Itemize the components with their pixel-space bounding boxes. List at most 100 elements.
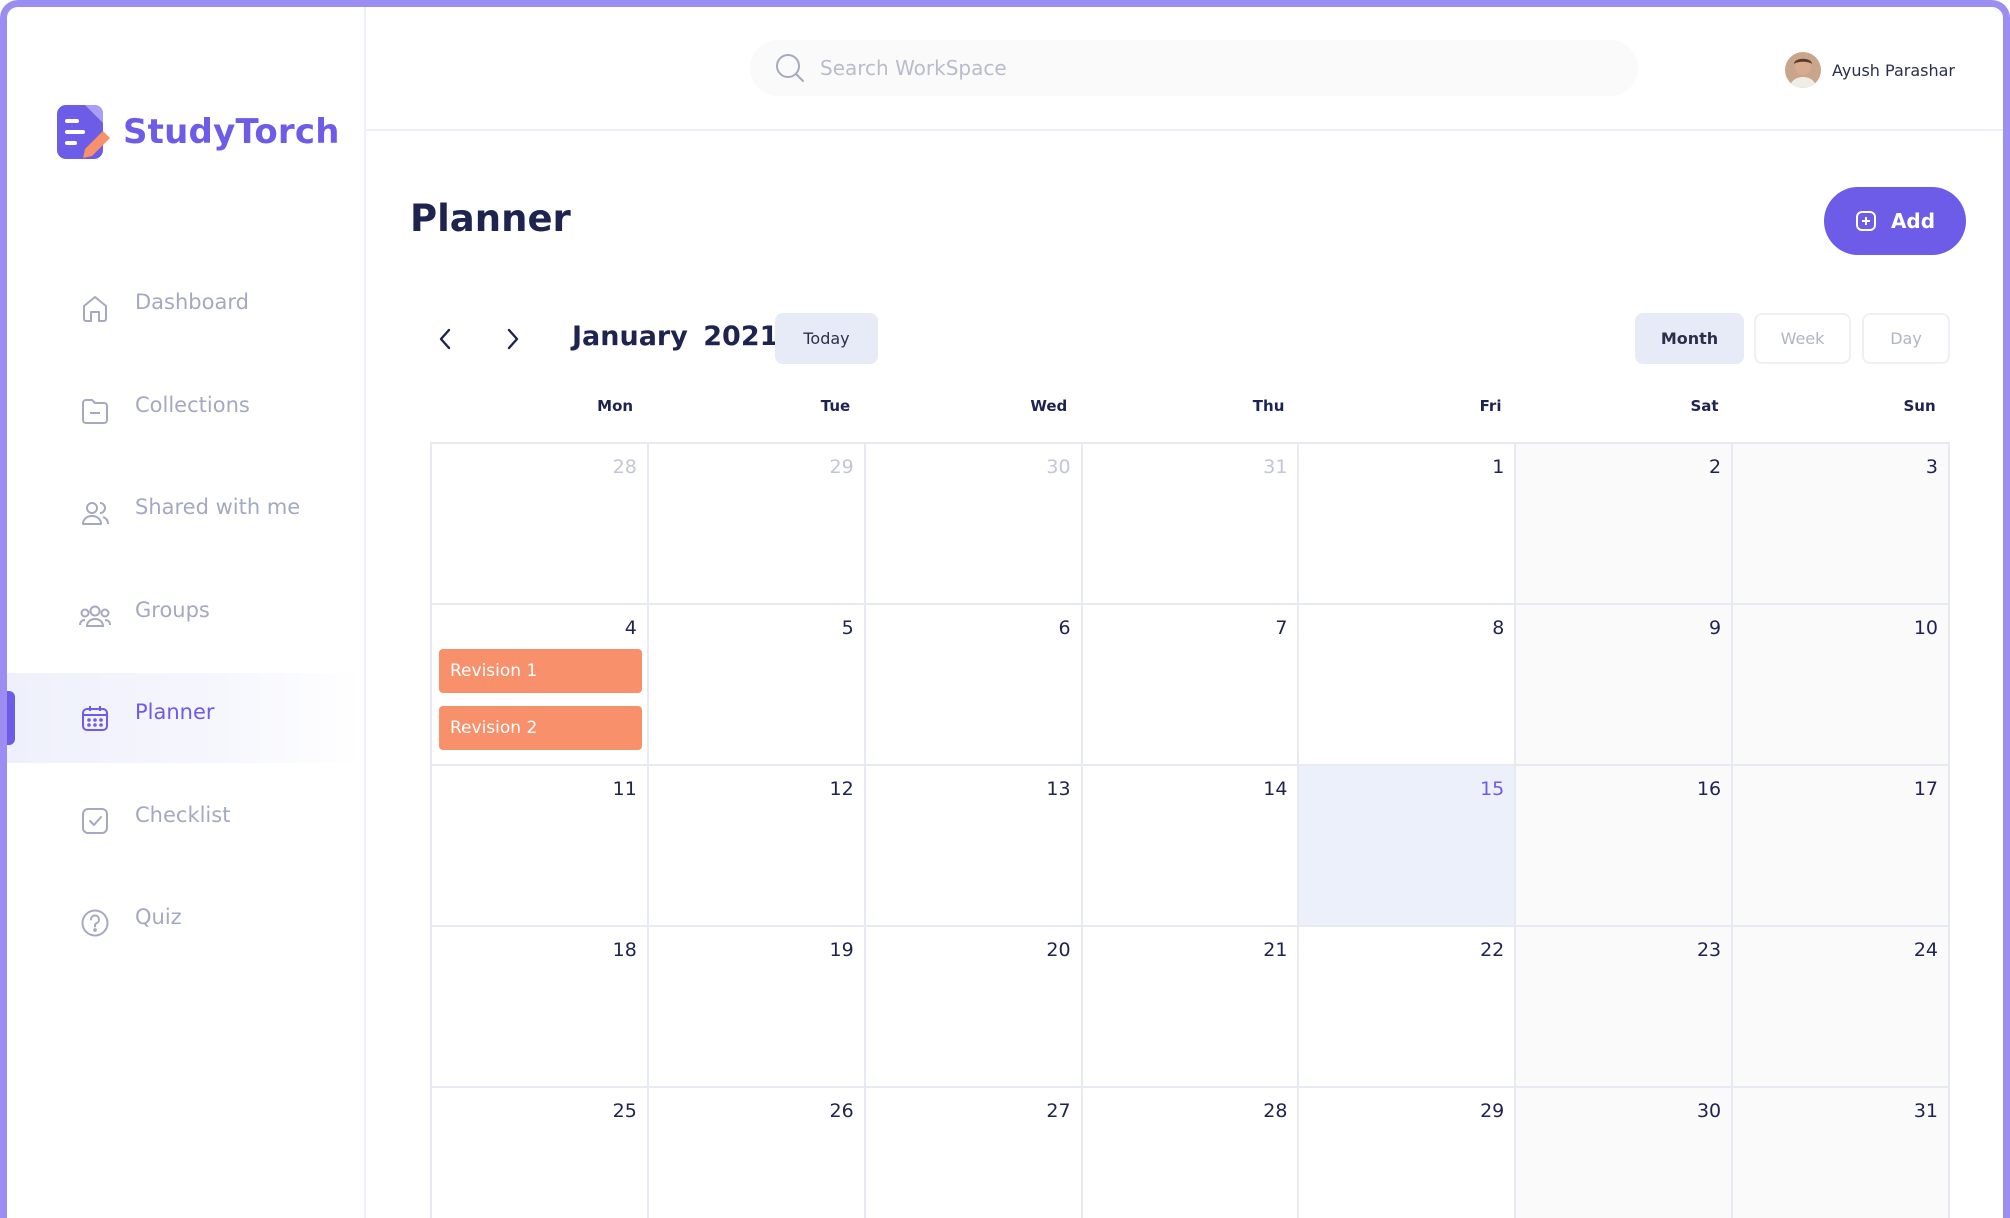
calendar-day-cell[interactable]: 21 bbox=[1082, 927, 1300, 1088]
calendar-day-cell[interactable]: 3 bbox=[1733, 444, 1950, 605]
weekday-header: Mon Tue Wed Thu Fri Sat Sun bbox=[430, 397, 1950, 421]
home-icon bbox=[77, 290, 113, 326]
calendar-day-cell[interactable]: 14 bbox=[1082, 766, 1300, 927]
user-profile[interactable]: Ayush Parashar bbox=[1784, 52, 1955, 88]
calendar-event[interactable]: Revision 1 bbox=[439, 649, 642, 693]
next-month-button[interactable] bbox=[498, 325, 526, 353]
day-number: 1 bbox=[1492, 456, 1505, 478]
logo[interactable]: StudyTorch bbox=[55, 103, 340, 161]
day-number: 30 bbox=[1046, 456, 1071, 478]
calendar-day-cell[interactable]: 19 bbox=[648, 927, 866, 1088]
day-number: 14 bbox=[1263, 778, 1288, 800]
calendar-day-cell[interactable]: 16 bbox=[1516, 766, 1734, 927]
weekday-label: Sun bbox=[1903, 397, 1936, 415]
day-number: 4 bbox=[624, 617, 637, 639]
sidebar-item-shared-with-me[interactable]: Shared with me bbox=[7, 468, 364, 558]
add-button[interactable]: Add bbox=[1824, 187, 1966, 255]
week-view-button[interactable]: Week bbox=[1754, 313, 1851, 364]
calendar-day-cell[interactable]: 7 bbox=[1082, 605, 1300, 766]
day-number: 28 bbox=[1263, 1100, 1288, 1122]
sidebar-item-groups[interactable]: Groups bbox=[7, 571, 364, 661]
app-window: StudyTorch Dashboard Collections Shared … bbox=[0, 0, 2010, 1218]
calendar-day-cell[interactable]: 24 bbox=[1733, 927, 1950, 1088]
day-number: 24 bbox=[1913, 939, 1938, 961]
calendar-day-cell[interactable]: 26 bbox=[648, 1088, 866, 1218]
calendar-day-cell[interactable]: 28 bbox=[1082, 1088, 1300, 1218]
month-view-button[interactable]: Month bbox=[1635, 313, 1744, 364]
page-title: Planner bbox=[410, 197, 571, 240]
brand-name: StudyTorch bbox=[123, 112, 340, 152]
day-view-button[interactable]: Day bbox=[1862, 313, 1950, 364]
calendar-day-cell[interactable]: 8 bbox=[1299, 605, 1517, 766]
calendar-day-cell[interactable]: 28 bbox=[432, 444, 649, 605]
sidebar-item-planner[interactable]: Planner bbox=[7, 673, 364, 763]
day-number: 21 bbox=[1263, 939, 1288, 961]
current-month-label: January 2021 bbox=[572, 321, 778, 352]
calendar-day-cell[interactable]: 18 bbox=[432, 927, 649, 1088]
search-input[interactable] bbox=[820, 56, 1600, 80]
calendar-day-cell[interactable]: 4 Revision 1 Revision 2 bbox=[432, 605, 649, 766]
day-number: 6 bbox=[1058, 617, 1071, 639]
sidebar-item-quiz[interactable]: Quiz bbox=[7, 878, 364, 968]
day-number: 10 bbox=[1913, 617, 1938, 639]
user-name: Ayush Parashar bbox=[1831, 60, 1955, 80]
calendar-day-cell[interactable]: 10 bbox=[1733, 605, 1950, 766]
add-button-label: Add bbox=[1890, 209, 1936, 233]
chevron-right-icon bbox=[507, 328, 519, 350]
calendar-toolbar: January 2021 Today Month Week Day bbox=[432, 313, 1950, 365]
day-number: 30 bbox=[1696, 1100, 1722, 1122]
folder-icon bbox=[77, 393, 113, 429]
calendar-day-cell[interactable]: 30 bbox=[865, 444, 1083, 605]
sidebar-item-label: Dashboard bbox=[135, 290, 249, 314]
weekday-label: Thu bbox=[1252, 397, 1285, 415]
avatar[interactable] bbox=[1784, 52, 1821, 88]
day-number: 22 bbox=[1480, 939, 1505, 961]
sidebar-item-label: Checklist bbox=[135, 802, 231, 827]
calendar-day-cell[interactable]: 9 bbox=[1516, 605, 1734, 766]
calendar-day-cell[interactable]: 1 bbox=[1299, 444, 1517, 605]
day-number: 12 bbox=[829, 778, 854, 800]
groups-icon bbox=[77, 598, 113, 634]
day-number: 29 bbox=[1480, 1100, 1505, 1122]
sidebar-item-collections[interactable]: Collections bbox=[7, 366, 364, 456]
calendar-day-cell[interactable]: 6 bbox=[865, 605, 1083, 766]
top-bar: Ayush Parashar bbox=[366, 7, 2003, 131]
month-name: January bbox=[572, 321, 688, 352]
calendar-day-cell[interactable]: 29 bbox=[648, 444, 866, 605]
day-number: 31 bbox=[1913, 1100, 1938, 1122]
calendar-day-cell[interactable]: 29 bbox=[1299, 1088, 1517, 1218]
day-number: 17 bbox=[1913, 778, 1938, 800]
day-number: 26 bbox=[829, 1100, 854, 1122]
calendar-day-cell[interactable]: 31 bbox=[1082, 444, 1300, 605]
sidebar-item-dashboard[interactable]: Dashboard bbox=[7, 263, 364, 353]
sidebar-item-label: Groups bbox=[135, 597, 210, 622]
calendar-day-cell[interactable]: 20 bbox=[865, 927, 1083, 1088]
calendar-day-cell[interactable]: 17 bbox=[1733, 766, 1950, 927]
calendar-day-cell[interactable]: 31 bbox=[1733, 1088, 1950, 1218]
calendar-day-cell[interactable]: 23 bbox=[1516, 927, 1734, 1088]
day-number: 15 bbox=[1480, 778, 1505, 800]
prev-month-button[interactable] bbox=[432, 325, 460, 353]
day-number: 3 bbox=[1925, 456, 1938, 478]
calendar-day-cell[interactable]: 30 bbox=[1516, 1088, 1734, 1218]
day-number: 16 bbox=[1696, 778, 1722, 800]
calendar-day-cell[interactable]: 5 bbox=[648, 605, 866, 766]
sidebar-item-checklist[interactable]: Checklist bbox=[7, 776, 364, 866]
calendar-day-cell[interactable]: 22 bbox=[1299, 927, 1517, 1088]
calendar-day-cell-today[interactable]: 15 bbox=[1299, 766, 1517, 927]
calendar-day-cell[interactable]: 27 bbox=[865, 1088, 1083, 1218]
day-number: 9 bbox=[1709, 617, 1722, 639]
sidebar: StudyTorch Dashboard Collections Shared … bbox=[7, 7, 366, 1218]
day-number: 29 bbox=[829, 456, 854, 478]
calendar-event[interactable]: Revision 2 bbox=[439, 706, 642, 750]
calendar-day-cell[interactable]: 12 bbox=[648, 766, 866, 927]
calendar-day-cell[interactable]: 25 bbox=[432, 1088, 649, 1218]
day-number: 7 bbox=[1275, 617, 1288, 639]
calendar-day-cell[interactable]: 2 bbox=[1516, 444, 1734, 605]
sidebar-item-label: Quiz bbox=[135, 905, 182, 929]
calendar-day-cell[interactable]: 13 bbox=[865, 766, 1083, 927]
calendar-day-cell[interactable]: 11 bbox=[432, 766, 649, 927]
search-bar[interactable] bbox=[750, 40, 1638, 96]
today-button[interactable]: Today bbox=[775, 313, 878, 364]
question-icon bbox=[77, 905, 113, 941]
